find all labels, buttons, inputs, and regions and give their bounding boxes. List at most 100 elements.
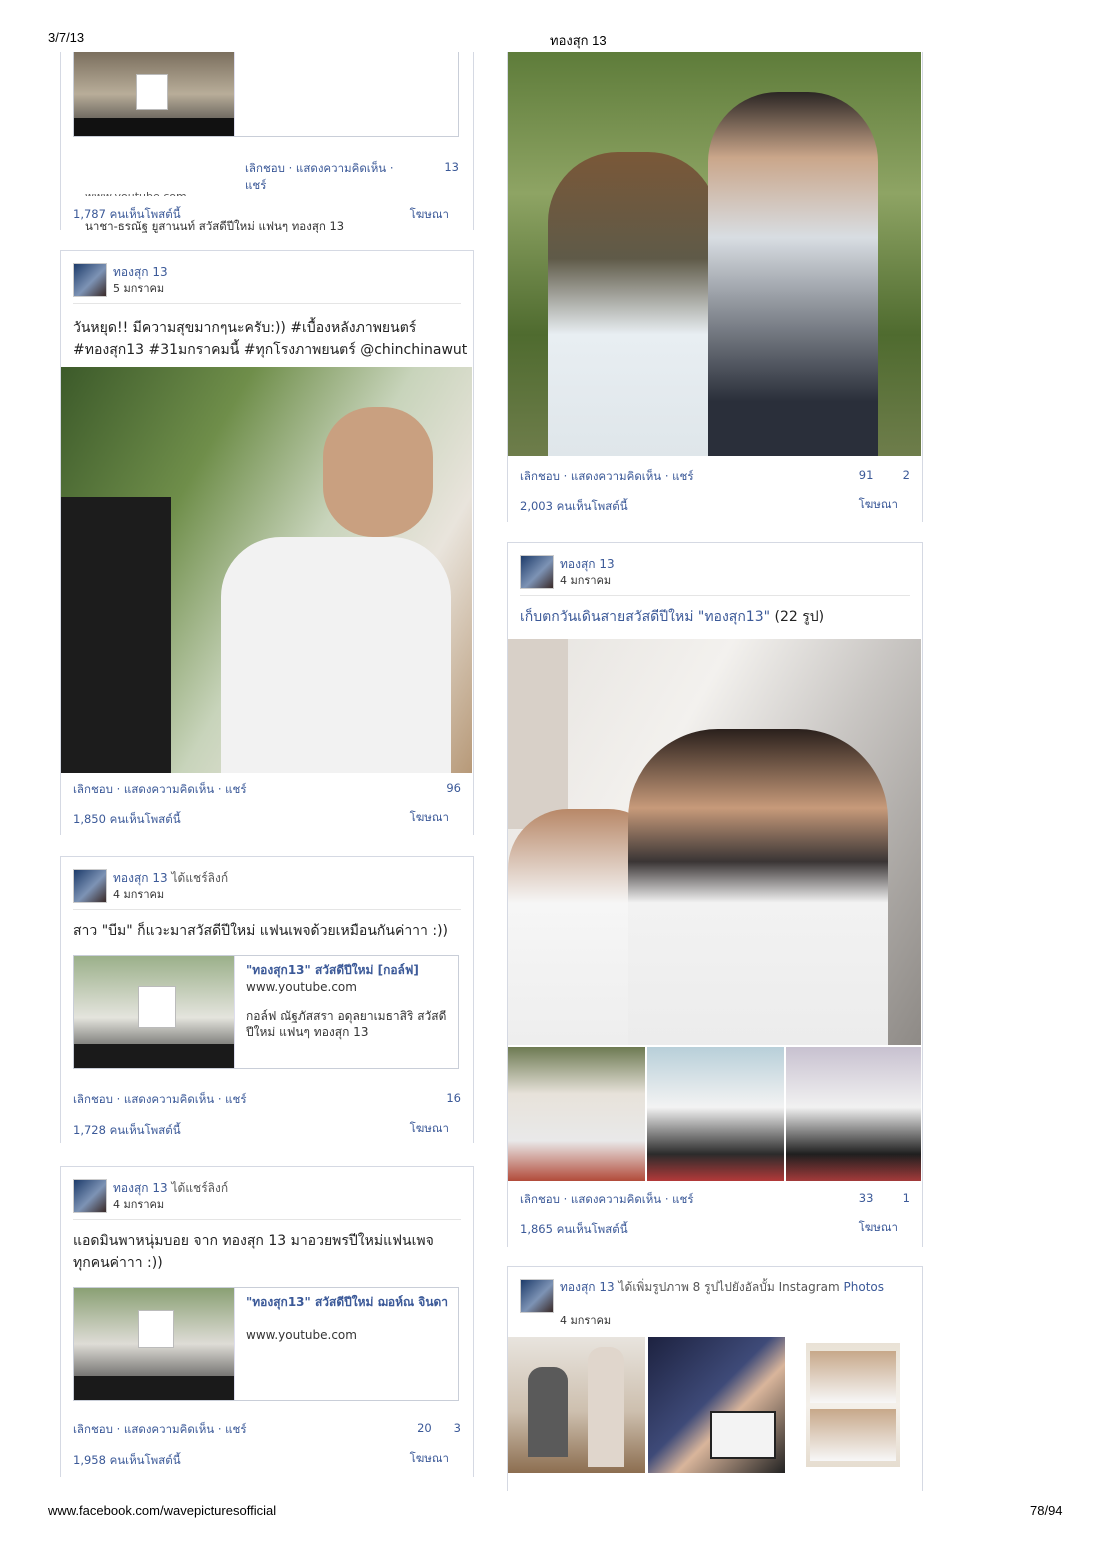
album-link[interactable]: เก็บตกวันเดินสายสวัสดีปีใหม่ "ทองสุก13" [520, 609, 770, 625]
print-url: www.facebook.com/wavepicturesofficial [48, 1503, 277, 1518]
stat-counts: 91 2 [859, 468, 910, 482]
link-preview[interactable] [73, 52, 459, 137]
post-message: วันหยุด!! มีความสุขมากๆนะครับ:)) #เบื้อง… [73, 320, 468, 358]
post-date[interactable]: 4 มกราคม [560, 1311, 611, 1329]
link-url[interactable]: www.youtube.com [246, 1328, 357, 1342]
blurred-face [136, 74, 168, 110]
like-count[interactable]: 33 [859, 1191, 874, 1205]
link-preview[interactable]: "ทองสุก13" สวัสดีปีใหม่ [กอล์ฟ] www.yout… [73, 955, 459, 1069]
comment-link[interactable]: แสดงความคิดเห็น [571, 469, 661, 483]
share-link[interactable]: แชร์ [225, 1092, 246, 1106]
sponsor-link[interactable]: โฆษณา [410, 1120, 449, 1138]
video-thumbnail[interactable] [74, 956, 235, 1068]
link-title[interactable]: "ทองสุก13" สวัสดีปีใหม่ [กอล์ฟ] [246, 962, 452, 978]
album-thumb-2[interactable] [647, 1047, 784, 1181]
comment-link[interactable]: แสดงความคิดเห็น [571, 1192, 661, 1206]
banner-shape [508, 639, 568, 829]
unlike-link[interactable]: เลิกชอบ [520, 1192, 560, 1206]
author-name[interactable]: ทองสุก 13 [113, 871, 168, 885]
comment-count[interactable]: 3 [454, 1421, 461, 1435]
album-thumb-1[interactable] [508, 1047, 645, 1181]
comment-count[interactable]: 2 [903, 468, 910, 482]
post-card: ทองสุก 13 5 มกราคม วันหยุด!! มีความสุขมา… [60, 250, 474, 835]
post-date[interactable]: 5 มกราคม [113, 279, 164, 297]
unlike-link[interactable]: เลิกชอบ [73, 1422, 113, 1436]
like-count[interactable]: 96 [446, 781, 461, 795]
sponsor-link[interactable]: โฆษณา [410, 809, 449, 827]
share-link[interactable]: แชร์ [672, 1192, 693, 1206]
album-caption: เก็บตกวันเดินสายสวัสดีปีใหม่ "ทองสุก13" … [520, 606, 824, 628]
comment-count[interactable]: 1 [903, 1191, 910, 1205]
unlike-link[interactable]: เลิกชอบ [73, 782, 113, 796]
comment-link[interactable]: แสดงความคิดเห็น [296, 161, 386, 175]
album-thumb-3[interactable] [786, 1047, 921, 1181]
author-name[interactable]: ทองสุก 13 [560, 1280, 615, 1294]
share-link[interactable]: แชร์ [245, 177, 266, 195]
like-count[interactable]: 16 [446, 1091, 461, 1105]
page-avatar[interactable] [520, 1279, 554, 1313]
clapperboard-shape [710, 1411, 776, 1459]
post-header: ทองสุก 13 ได้เพิ่มรูปภาพ 8 รูปไปยังอัลบั… [520, 1279, 910, 1327]
unlike-link[interactable]: เลิกชอบ [520, 469, 560, 483]
post-date[interactable]: 4 มกราคม [560, 571, 611, 589]
post-card: ทองสุก 13 4 มกราคม เก็บตกวันเดินสายสวัสด… [507, 542, 923, 1247]
link-url[interactable]: www.youtube.com [246, 980, 357, 994]
post-actions: เลิกชอบ · แสดงความคิดเห็น · แชร์ 20 3 [73, 1421, 461, 1436]
link-title[interactable]: "ทองสุก13" สวัสดีปีใหม่ ฌอห์ณ จินดา [246, 1294, 452, 1310]
video-thumbnail[interactable] [74, 52, 235, 136]
camera-shape [61, 497, 171, 773]
sponsor-link[interactable]: โฆษณา [859, 496, 898, 514]
like-count[interactable]: 20 [417, 1421, 432, 1435]
unlike-link[interactable]: เลิกชอบ [73, 1092, 113, 1106]
page-avatar[interactable] [73, 263, 107, 297]
comment-link[interactable]: แสดงความคิดเห็น [124, 1092, 214, 1106]
print-title: ทองสุก 13 [550, 33, 607, 48]
post-actions: เลิกชอบ · แสดงความคิดเห็น · แชร์ 96 [73, 781, 461, 796]
album-thumb-2[interactable] [648, 1337, 785, 1473]
share-link[interactable]: แชร์ [672, 469, 693, 483]
page-avatar[interactable] [520, 555, 554, 589]
sponsor-link[interactable]: โฆษณา [410, 1450, 449, 1468]
post-actions: เลิกชอบ · แสดงความคิดเห็น · 13 แชร์ [245, 160, 459, 192]
page-avatar[interactable] [73, 1179, 107, 1213]
post-date[interactable]: 4 มกราคม [113, 885, 164, 903]
album-photo-count: (22 รูป) [774, 609, 825, 625]
author-line: ทองสุก 13 ได้เพิ่มรูปภาพ 8 รูปไปยังอัลบั… [560, 1280, 884, 1294]
person-left-shape [548, 152, 718, 456]
blurred-face [138, 986, 176, 1028]
comment-link[interactable]: แสดงความคิดเห็น [124, 782, 214, 796]
comment-link[interactable]: แสดงความคิดเห็น [124, 1422, 214, 1436]
author-name[interactable]: ทองสุก 13 [113, 1181, 168, 1195]
print-page-number: 78/94 [1030, 1503, 1063, 1518]
share-link[interactable]: แชร์ [225, 782, 246, 796]
post-actions: เลิกชอบ · แสดงความคิดเห็น · แชร์ 33 1 [520, 1191, 910, 1206]
like-count[interactable]: 13 [444, 160, 459, 174]
unlike-link[interactable]: เลิกชอบ [245, 161, 285, 175]
post-card: ทองสุก 13 ได้เพิ่มรูปภาพ 8 รูปไปยังอัลบั… [507, 1266, 923, 1491]
post-actions: เลิกชอบ · แสดงความคิดเห็น · แชร์ 16 [73, 1091, 461, 1106]
video-caption-bar [74, 1376, 234, 1400]
post-photo[interactable] [61, 367, 472, 773]
page-avatar[interactable] [73, 869, 107, 903]
link-preview[interactable]: "ทองสุก13" สวัสดีปีใหม่ ฌอห์ณ จินดา www.… [73, 1287, 459, 1401]
group-photo-shape [810, 1409, 896, 1461]
album-main-photo[interactable] [508, 639, 921, 1045]
person-shape [588, 1347, 624, 1467]
album-thumb-3[interactable] [806, 1343, 900, 1467]
divider [73, 909, 461, 910]
sponsor-link[interactable]: โฆษณา [410, 206, 449, 224]
blurred-face [138, 1310, 174, 1348]
album-thumb-1[interactable] [508, 1337, 645, 1473]
person-front-shape [628, 729, 888, 1045]
stat-counts: 33 1 [859, 1191, 910, 1205]
like-count[interactable]: 91 [859, 468, 874, 482]
album-link[interactable]: Photos [844, 1280, 884, 1294]
post-date[interactable]: 4 มกราคม [113, 1195, 164, 1213]
post-photo[interactable] [508, 52, 921, 456]
divider [520, 595, 910, 596]
divider [73, 1219, 461, 1220]
video-thumbnail[interactable] [74, 1288, 235, 1400]
share-link[interactable]: แชร์ [225, 1422, 246, 1436]
video-caption-bar [74, 1044, 234, 1068]
sponsor-link[interactable]: โฆษณา [859, 1219, 898, 1237]
